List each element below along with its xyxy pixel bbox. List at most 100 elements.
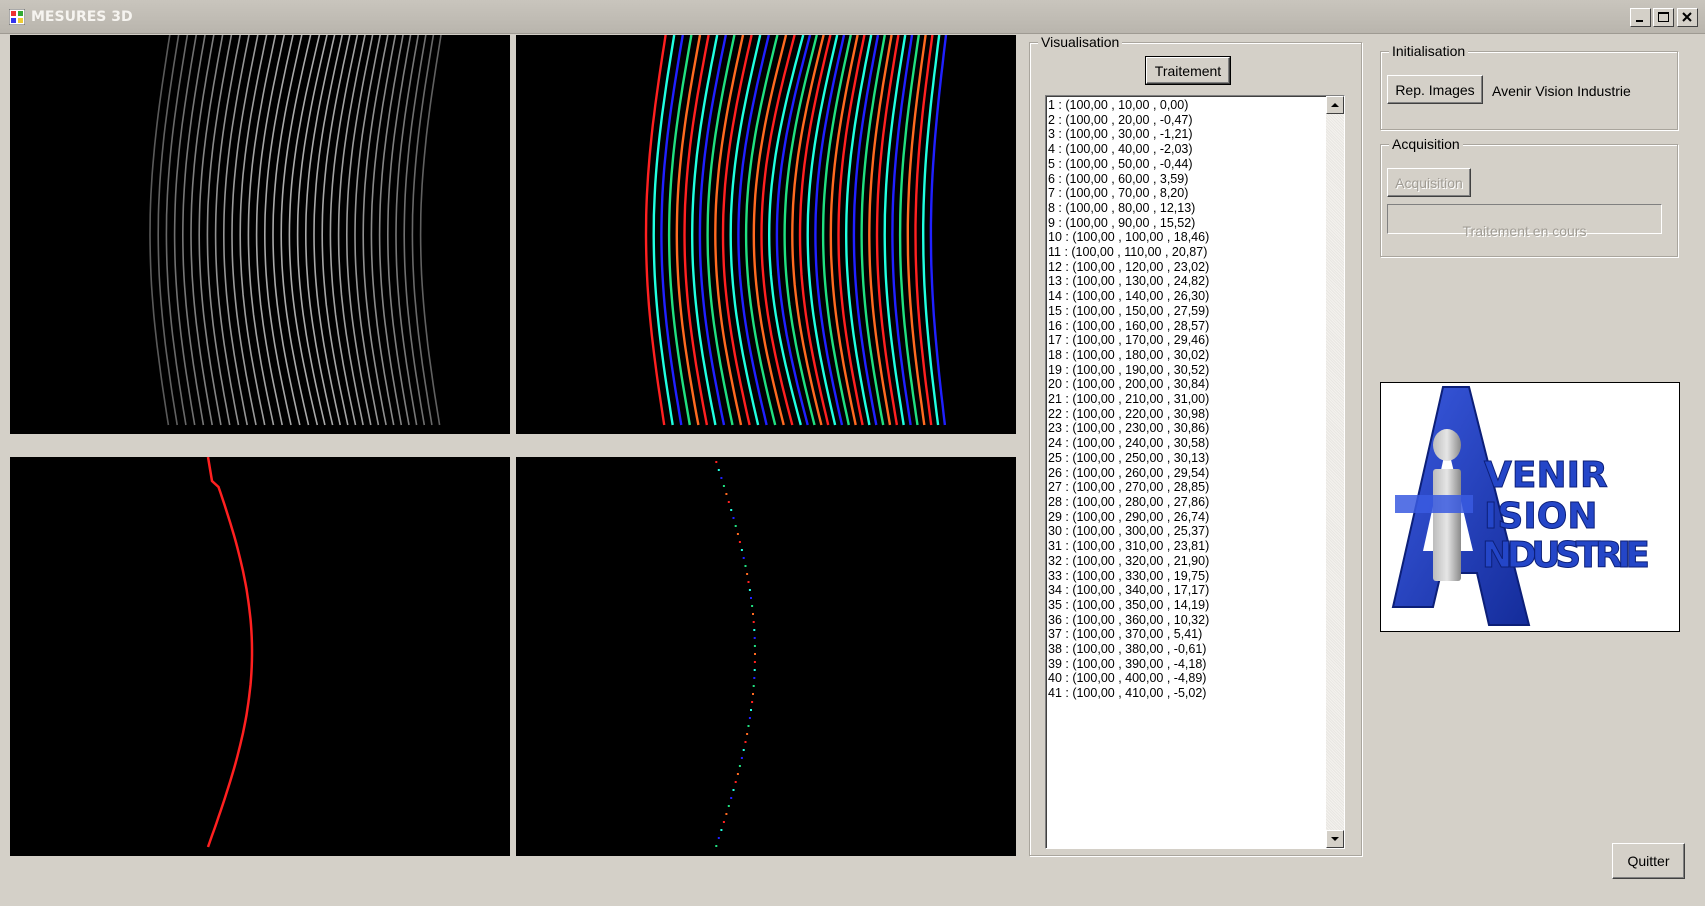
profile-curve-canvas — [206, 457, 254, 848]
result-item[interactable]: 20 : (100,00 , 200,00 , 30,84) — [1048, 377, 1344, 392]
profile-point — [748, 717, 751, 719]
profile-point — [725, 493, 728, 495]
profile-point — [752, 693, 754, 695]
profile-point — [740, 757, 743, 759]
result-item[interactable]: 40 : (100,00 , 400,00 , -4,89) — [1048, 671, 1344, 686]
result-item[interactable]: 16 : (100,00 , 160,00 , 28,57) — [1048, 319, 1344, 334]
profile-point — [751, 701, 754, 703]
title-bar: MESURES 3D — [0, 0, 1705, 34]
profile-point — [747, 581, 750, 583]
profile-point — [753, 677, 756, 679]
scroll-up-button[interactable] — [1326, 96, 1344, 114]
profile-point — [727, 805, 730, 807]
result-item[interactable]: 24 : (100,00 , 240,00 , 30,58) — [1048, 436, 1344, 451]
result-item[interactable]: 25 : (100,00 , 250,00 , 30,13) — [1048, 451, 1344, 466]
result-item[interactable]: 30 : (100,00 , 300,00 , 25,37) — [1048, 524, 1344, 539]
initialisation-group: Initialisation Rep. Images Avenir Vision… — [1380, 43, 1678, 130]
profile-point — [750, 709, 752, 711]
profile-point — [752, 685, 755, 687]
acquisition-button[interactable]: Acquisition — [1387, 168, 1471, 197]
profile-point — [753, 645, 756, 647]
minimize-button[interactable] — [1630, 8, 1651, 27]
result-item[interactable]: 10 : (100,00 , 100,00 , 18,46) — [1048, 230, 1344, 245]
profile-point — [752, 613, 754, 615]
result-item[interactable]: 13 : (100,00 , 130,00 , 24,82) — [1048, 274, 1344, 289]
result-item[interactable]: 9 : (100,00 , 90,00 , 15,52) — [1048, 216, 1344, 231]
result-item[interactable]: 5 : (100,00 , 50,00 , -0,44) — [1048, 157, 1344, 172]
result-item[interactable]: 26 : (100,00 , 260,00 , 29,54) — [1048, 466, 1344, 481]
result-item[interactable]: 18 : (100,00 , 180,00 , 30,02) — [1048, 348, 1344, 363]
result-item[interactable]: 37 : (100,00 , 370,00 , 5,41) — [1048, 627, 1344, 642]
result-item[interactable]: 28 : (100,00 , 280,00 , 27,86) — [1048, 495, 1344, 510]
results-listbox[interactable]: 1 : (100,00 , 10,00 , 0,00) 2 : (100,00 ,… — [1045, 95, 1345, 849]
logo-text-line1: VENIR — [1484, 455, 1608, 496]
profile-point — [715, 461, 718, 463]
result-item[interactable]: 39 : (100,00 , 390,00 , -4,18) — [1048, 657, 1344, 672]
result-item[interactable]: 6 : (100,00 , 60,00 , 3,59) — [1048, 172, 1344, 187]
detected-stripes-image — [516, 35, 1016, 434]
result-item[interactable]: 29 : (100,00 , 290,00 , 26,74) — [1048, 510, 1344, 525]
result-item[interactable]: 22 : (100,00 , 220,00 , 30,98) — [1048, 407, 1344, 422]
profile-point — [730, 797, 733, 799]
profile-point — [734, 781, 737, 783]
results-scrollbar[interactable] — [1326, 96, 1344, 848]
profile-point — [744, 565, 747, 567]
result-item[interactable]: 27 : (100,00 , 270,00 , 28,85) — [1048, 480, 1344, 495]
result-item[interactable]: 11 : (100,00 , 110,00 , 20,87) — [1048, 245, 1344, 260]
results-list: 1 : (100,00 , 10,00 , 0,00) 2 : (100,00 ,… — [1046, 96, 1344, 701]
profile-point — [740, 549, 743, 551]
result-item[interactable]: 15 : (100,00 , 150,00 , 27,59) — [1048, 304, 1344, 319]
result-item[interactable]: 38 : (100,00 , 380,00 , -0,61) — [1048, 642, 1344, 657]
result-item[interactable]: 17 : (100,00 , 170,00 , 29,46) — [1048, 333, 1344, 348]
result-item[interactable]: 2 : (100,00 , 20,00 , -0,47) — [1048, 113, 1344, 128]
result-item[interactable]: 21 : (100,00 , 210,00 , 31,00) — [1048, 392, 1344, 407]
detected-stripes-canvas — [644, 35, 948, 426]
progress-status-text: Traitement en cours — [1462, 223, 1587, 239]
result-item[interactable]: 35 : (100,00 , 350,00 , 14,19) — [1048, 598, 1344, 613]
close-icon — [1682, 12, 1692, 22]
profile-point — [751, 605, 754, 607]
profile-point — [753, 661, 756, 663]
result-item[interactable]: 36 : (100,00 , 360,00 , 10,32) — [1048, 613, 1344, 628]
maximize-button[interactable] — [1653, 8, 1674, 27]
initialisation-legend: Initialisation — [1389, 43, 1469, 59]
profile-point — [727, 501, 730, 503]
quitter-button[interactable]: Quitter — [1612, 843, 1685, 879]
result-item[interactable]: 7 : (100,00 , 70,00 , 8,20) — [1048, 186, 1344, 201]
result-item[interactable]: 12 : (100,00 , 120,00 , 23,02) — [1048, 260, 1344, 275]
profile-point — [753, 669, 756, 671]
profile-point — [746, 573, 749, 575]
profile-point — [750, 597, 752, 599]
avenir-vision-industrie-logo: VENIR ISION NDUSTRIE — [1380, 382, 1680, 632]
maximize-icon — [1658, 12, 1669, 22]
result-item[interactable]: 4 : (100,00 , 40,00 , -2,03) — [1048, 142, 1344, 157]
traitement-button[interactable]: Traitement — [1145, 56, 1231, 85]
logo-text-line3: NDUSTRIE — [1482, 535, 1650, 576]
result-item[interactable]: 23 : (100,00 , 230,00 , 30,86) — [1048, 421, 1344, 436]
result-item[interactable]: 19 : (100,00 , 190,00 , 30,52) — [1048, 363, 1344, 378]
result-item[interactable]: 1 : (100,00 , 10,00 , 0,00) — [1048, 98, 1344, 113]
progress-status: Traitement en cours — [1387, 204, 1662, 239]
profile-point — [747, 725, 750, 727]
result-item[interactable]: 8 : (100,00 , 80,00 , 12,13) — [1048, 201, 1344, 216]
detected-stripe — [767, 35, 805, 426]
raw-fringe-canvas — [149, 35, 442, 426]
close-button[interactable] — [1677, 8, 1698, 27]
profile-point — [732, 789, 735, 791]
scroll-down-button[interactable] — [1326, 830, 1344, 848]
result-item[interactable]: 31 : (100,00 , 310,00 , 23,81) — [1048, 539, 1344, 554]
profile-point — [736, 533, 739, 535]
profile-point — [752, 621, 755, 623]
result-item[interactable]: 33 : (100,00 , 330,00 , 19,75) — [1048, 569, 1344, 584]
result-item[interactable]: 41 : (100,00 , 410,00 , -5,02) — [1048, 686, 1344, 701]
profile-point — [753, 629, 756, 631]
logo-text-line2: ISION — [1484, 496, 1597, 537]
result-item[interactable]: 34 : (100,00 , 340,00 , 17,17) — [1048, 583, 1344, 598]
result-item[interactable]: 14 : (100,00 , 140,00 , 26,30) — [1048, 289, 1344, 304]
rep-images-button[interactable]: Rep. Images — [1387, 75, 1483, 104]
result-item[interactable]: 32 : (100,00 , 320,00 , 21,90) — [1048, 554, 1344, 569]
profile-point — [725, 813, 728, 815]
result-item[interactable]: 3 : (100,00 , 30,00 , -1,21) — [1048, 127, 1344, 142]
profile-point — [722, 821, 725, 823]
profile-point — [717, 469, 720, 471]
